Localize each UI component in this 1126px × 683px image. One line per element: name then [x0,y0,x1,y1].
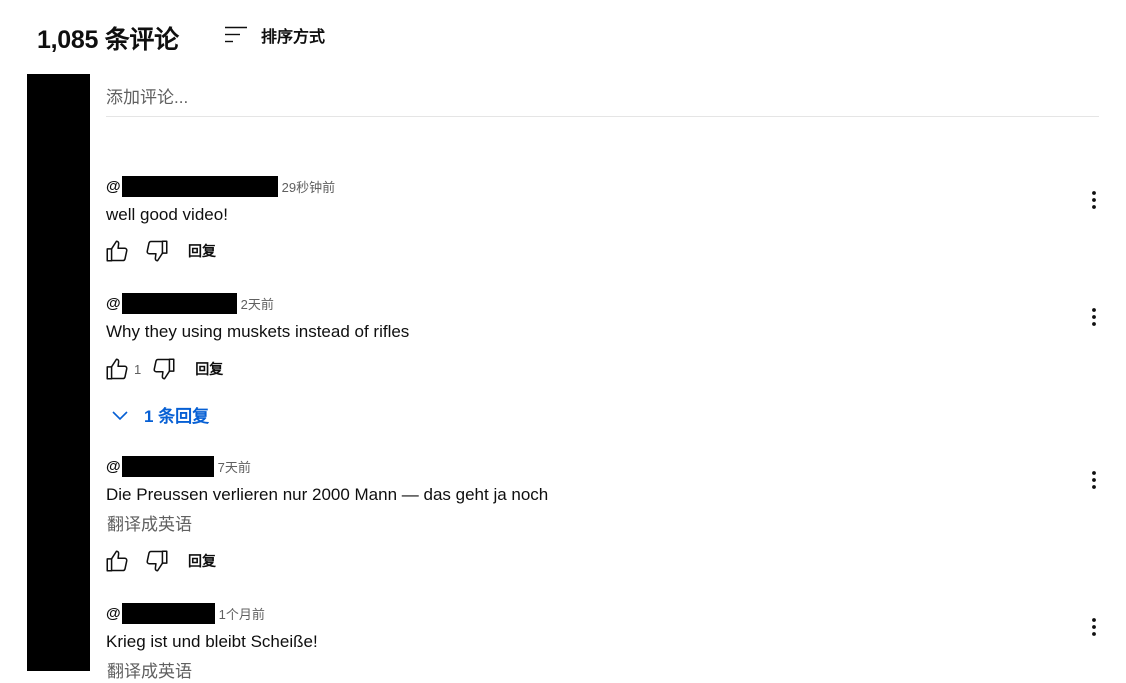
comment-meta: @ 7天前 [106,455,251,477]
thumbs-down-icon [146,240,168,262]
translate-link[interactable]: 翻译成英语 [107,661,192,683]
translate-link[interactable]: 翻译成英语 [107,514,192,536]
comment-item: @ 2天前 Why they using muskets instead of … [106,292,1106,427]
comment-author[interactable]: @ [106,178,121,195]
author-name-redaction [121,175,278,197]
comment-text: well good video! [106,205,228,224]
like-button[interactable] [102,354,132,384]
comment-author[interactable]: @ [106,458,121,475]
like-button[interactable] [102,546,132,576]
view-replies-button[interactable]: 1 条回复 [108,402,209,427]
comments-header: 1,085 条评论 排序方式 [37,18,325,58]
author-name-redaction [121,602,215,624]
comment-count: 1,085 条评论 [37,26,179,54]
comment-item: @ 7天前 Die Preussen verlieren nur 2000 Ma… [106,455,1106,585]
comment-author[interactable]: @ [106,605,121,622]
comment-menu-button[interactable] [1082,615,1106,639]
comment-menu-button[interactable] [1082,468,1106,492]
sort-lines-icon [223,22,249,48]
reply-button[interactable]: 回复 [188,551,216,571]
sort-label: 排序方式 [261,29,326,46]
comment-time[interactable]: 2天前 [241,294,274,313]
comment-text: Why they using muskets instead of rifles [106,322,410,341]
comment-menu-button[interactable] [1082,188,1106,212]
comment-meta: @ 29秒钟前 [106,175,335,197]
comment-time[interactable]: 7天前 [218,457,251,476]
comment-actions: 回复 [102,236,216,266]
comment-meta: @ 2天前 [106,292,274,314]
add-comment-input[interactable]: 添加评论... [106,86,1099,117]
author-name-redaction [121,455,214,477]
reply-button[interactable]: 回复 [188,241,216,261]
comment-text: Krieg ist und bleibt Scheiße! [106,632,318,651]
like-count: 1 [134,361,142,377]
comment-item: @ 29秒钟前 well good video! 回复 [106,175,1106,265]
comment-meta: @ 1个月前 [106,602,265,624]
comment-menu-button[interactable] [1082,305,1106,329]
more-vert-icon [1092,191,1096,209]
thumbs-up-icon [106,550,128,572]
comment-actions: 1 回复 [102,354,223,384]
dislike-button[interactable] [142,236,172,266]
author-name-redaction [121,292,237,314]
dislike-button[interactable] [149,354,179,384]
thumbs-up-icon [106,358,128,380]
thumbs-down-icon [146,550,168,572]
avatar-redaction [27,74,90,671]
more-vert-icon [1092,471,1096,489]
replies-count-label: 1 条回复 [144,407,210,426]
comment-time[interactable]: 1个月前 [219,604,265,623]
reply-button[interactable]: 回复 [195,359,223,379]
thumbs-down-icon [153,358,175,380]
like-button[interactable] [102,236,132,266]
comment-text: Die Preussen verlieren nur 2000 Mann — d… [106,485,549,504]
comment-actions: 回复 [102,546,216,576]
chevron-down-icon [112,410,128,420]
comment-time[interactable]: 29秒钟前 [282,177,335,196]
comment-item: @ 1个月前 Krieg ist und bleibt Scheiße! 翻译成… [106,602,1106,683]
sort-button[interactable]: 排序方式 [223,22,325,48]
more-vert-icon [1092,308,1096,326]
more-vert-icon [1092,618,1096,636]
comment-author[interactable]: @ [106,295,121,312]
thumbs-up-icon [106,240,128,262]
dislike-button[interactable] [142,546,172,576]
